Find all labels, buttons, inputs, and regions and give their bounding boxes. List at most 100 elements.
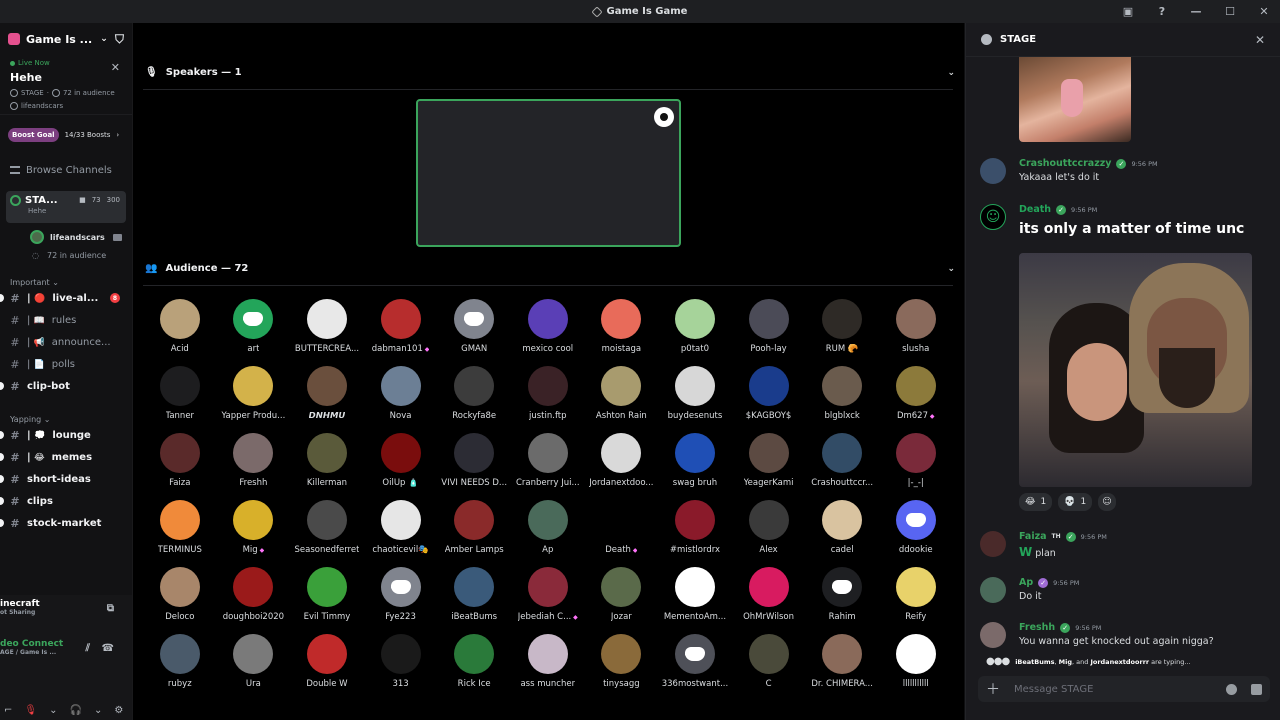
audience-member[interactable]: Dr. CHIMERA... [805, 634, 879, 689]
voice-connected[interactable]: deo Connect AGE / Game Is ... ⫽ ☎ [0, 637, 132, 659]
audience-member[interactable]: swag bruh [658, 433, 732, 488]
audience-member[interactable]: buydesenuts [658, 366, 732, 421]
audience-member[interactable]: #mistlordrx [658, 500, 732, 555]
add-attachment-icon[interactable]: ＋ [986, 679, 1000, 699]
audience-member[interactable]: BUTTERCREA... [290, 299, 364, 354]
audience-member[interactable]: $KAGBOY$ [732, 366, 806, 421]
mute-icon[interactable]: 🎙 [24, 705, 37, 716]
boost-goal[interactable]: Boost Goal 14/33 Boosts › [8, 127, 124, 143]
audience-member[interactable]: 313 [364, 634, 438, 689]
audience-member[interactable]: Double W [290, 634, 364, 689]
audience-member[interactable]: Deloco [143, 567, 217, 622]
audience-member[interactable]: ddookie [879, 500, 953, 555]
stage-speaker[interactable]: lifeandscars [30, 229, 132, 245]
close-icon[interactable]: ✕ [1255, 33, 1265, 47]
channel-item[interactable]: # | 🔴 live-al... 8 [0, 287, 132, 309]
avatar[interactable]: ☺ [980, 204, 1006, 230]
audience-member[interactable]: mexico cool [511, 299, 585, 354]
headphones-icon[interactable]: 🎧 [69, 705, 81, 716]
audience-member[interactable]: Jozar [585, 567, 659, 622]
chevron-down-icon[interactable]: ⌄ [49, 705, 57, 716]
audience-member[interactable]: cadel [805, 500, 879, 555]
inbox-icon[interactable]: ▣ [1122, 5, 1134, 18]
audience-member[interactable]: Seasonedferret [290, 500, 364, 555]
settings-gear-icon[interactable]: ⚙ [114, 705, 123, 716]
message-author[interactable]: Ap [1019, 577, 1033, 588]
audience-member[interactable]: p0tat0 [658, 299, 732, 354]
audience-member[interactable]: Evil Timmy [290, 567, 364, 622]
audience-member[interactable]: Ura [217, 634, 291, 689]
audience-member[interactable]: Dm627 ◆ [879, 366, 953, 421]
channel-item[interactable]: # | 📖 rules [0, 309, 132, 331]
audience-member[interactable]: Nova [364, 366, 438, 421]
audience-member[interactable]: Jebediah C... ◆ [511, 567, 585, 622]
audience-member[interactable]: Acid [143, 299, 217, 354]
invite-icon[interactable]: ⛉ [115, 32, 124, 47]
minimize-button[interactable]: — [1190, 5, 1202, 18]
audience-section-header[interactable]: 👥 Audience — 72 ⌄ [145, 263, 955, 274]
audience-member[interactable]: TERMINUS [143, 500, 217, 555]
message-input[interactable]: ＋ Message STAGE [978, 676, 1270, 702]
channel-item[interactable]: # | 💭 lounge [0, 424, 132, 446]
server-header[interactable]: Game Is ... ⌄ ⛉ [0, 23, 132, 55]
avatar[interactable] [980, 531, 1006, 557]
audience-member[interactable]: lllllllllll [879, 634, 953, 689]
audience-member[interactable]: VIVI NEEDS D... [437, 433, 511, 488]
maximize-button[interactable]: ☐ [1224, 5, 1236, 18]
audience-member[interactable]: Ap [511, 500, 585, 555]
avatar[interactable] [980, 577, 1006, 603]
chevron-down-icon[interactable]: ⌄ [947, 264, 955, 274]
audience-member[interactable]: art [217, 299, 291, 354]
audience-member[interactable]: YeagerKami [732, 433, 806, 488]
screen-share-icon[interactable]: ⧉ [107, 603, 114, 614]
audience-member[interactable]: MementoAm... [658, 567, 732, 622]
audience-member[interactable]: Fye223 [364, 567, 438, 622]
disconnect-icon[interactable]: ☎ [102, 643, 114, 654]
chevron-down-icon[interactable]: ⌄ [94, 705, 102, 716]
reaction[interactable]: 💀 1 [1058, 493, 1093, 511]
message-author[interactable]: Freshh [1019, 622, 1055, 633]
message-author[interactable]: Death [1019, 204, 1051, 215]
reaction[interactable]: 😂 1 [1019, 493, 1053, 511]
game-activity[interactable]: inecraft ot Sharing ⧉ [0, 597, 132, 619]
audience-member[interactable]: Jordanextdoo... [585, 433, 659, 488]
chevron-down-icon[interactable]: ⌄ [947, 68, 955, 78]
audience-member[interactable]: Rockyfa8e [437, 366, 511, 421]
avatar[interactable]: ⌐ [4, 705, 12, 716]
close-window-button[interactable]: ✕ [1258, 5, 1270, 18]
audience-member[interactable]: Death ◆ [585, 500, 659, 555]
audience-member[interactable]: |-_-| [879, 433, 953, 488]
audience-member[interactable]: Amber Lamps [437, 500, 511, 555]
audience-member[interactable]: justin.ftp [511, 366, 585, 421]
audience-member[interactable]: Yapper Produ... [217, 366, 291, 421]
audience-member[interactable]: RUM 🥐 [805, 299, 879, 354]
audience-member[interactable]: Tanner [143, 366, 217, 421]
audience-member[interactable]: doughboi2020 [217, 567, 291, 622]
audience-member[interactable]: ass muncher [511, 634, 585, 689]
speaker-tile[interactable] [416, 99, 681, 247]
audience-member[interactable]: chaoticevil🎭 [364, 500, 438, 555]
channel-item[interactable]: # clips [0, 490, 132, 512]
apps-icon[interactable] [1251, 683, 1262, 695]
audience-member[interactable]: Alex [732, 500, 806, 555]
photo-attachment[interactable] [1019, 253, 1252, 487]
image-attachment[interactable] [1019, 57, 1131, 142]
audience-member[interactable]: Faiza [143, 433, 217, 488]
stage-channel[interactable]: STA... Hehe ■ 73 300 [6, 191, 126, 223]
help-icon[interactable]: ? [1156, 5, 1168, 18]
audience-member[interactable]: rubyz [143, 634, 217, 689]
message-placeholder[interactable]: Message STAGE [1014, 684, 1212, 695]
channel-item[interactable]: # | 📄 polls [0, 353, 132, 375]
close-icon[interactable]: ✕ [111, 61, 120, 74]
audience-member[interactable]: 𝘿𝙉𝙃𝙈𝙐 [290, 366, 364, 421]
audience-member[interactable]: Rick Ice [437, 634, 511, 689]
audience-member[interactable]: moistaga [585, 299, 659, 354]
browse-channels[interactable]: Browse Channels [0, 161, 132, 179]
audience-member[interactable]: dabman101 ◆ [364, 299, 438, 354]
audience-member[interactable]: Ashton Rain [585, 366, 659, 421]
message-author[interactable]: Faiza [1019, 531, 1047, 542]
stage-audience-count[interactable]: ◌ 72 in audience [32, 251, 132, 260]
audience-member[interactable]: GMAN [437, 299, 511, 354]
audience-member[interactable]: tinysagg [585, 634, 659, 689]
channel-item[interactable]: # short-ideas [0, 468, 132, 490]
